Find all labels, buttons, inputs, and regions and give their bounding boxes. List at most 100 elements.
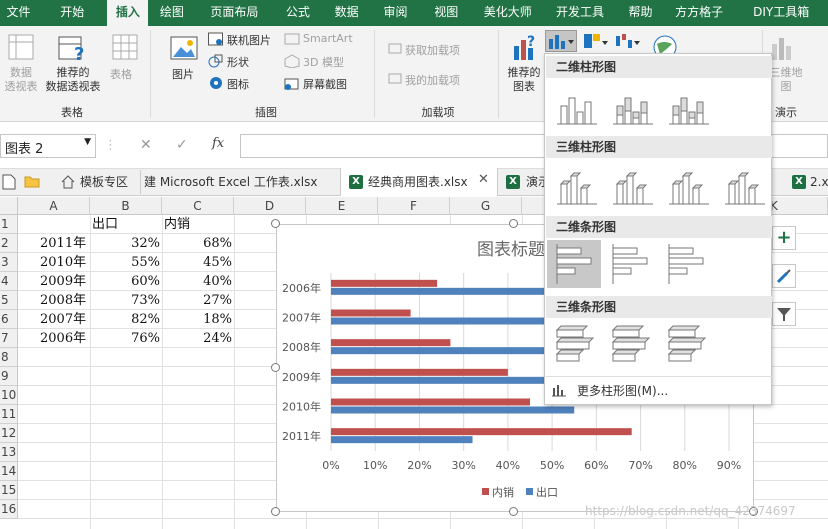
row-header[interactable]: 15 — [0, 481, 18, 500]
tab-insert[interactable]: 插入 — [107, 0, 149, 26]
tab-formulas[interactable]: 公式 — [273, 0, 322, 26]
year-cell[interactable]: 2008年 — [40, 291, 86, 310]
tab-diy[interactable]: DIY工具箱 — [734, 0, 828, 26]
column-header[interactable]: F — [378, 197, 450, 215]
folder-icon[interactable] — [24, 174, 40, 188]
year-cell[interactable]: 2006年 — [40, 329, 86, 348]
tab-file[interactable]: 文件 — [0, 0, 37, 26]
row-header[interactable]: 11 — [0, 405, 18, 424]
domestic-cell[interactable]: 45% — [162, 253, 232, 272]
year-cell[interactable]: 2007年 — [40, 310, 86, 329]
file-tab-templates[interactable]: 模板专区 — [80, 172, 128, 192]
icons-button[interactable]: 图标 — [227, 76, 249, 92]
column-header[interactable]: E — [306, 197, 378, 215]
table-button[interactable]: 表格 — [110, 66, 132, 82]
domestic-cell[interactable]: 68% — [162, 234, 232, 253]
tab-page-layout[interactable]: 页面布局 — [195, 0, 273, 26]
resize-handle[interactable] — [271, 219, 280, 228]
shapes-button[interactable]: 形状 — [227, 54, 249, 70]
year-cell[interactable]: 2011年 — [40, 234, 86, 253]
tab-ffgz[interactable]: 方方格子 — [664, 0, 734, 26]
row-header[interactable]: 6 — [0, 310, 18, 329]
thumb-3d-bar — [570, 175, 578, 205]
pictures-button[interactable]: 图片 — [172, 66, 194, 82]
column-header[interactable]: D — [234, 197, 306, 215]
my-addins-button[interactable]: 我的加载项 — [405, 72, 460, 88]
row-header[interactable]: 14 — [0, 462, 18, 481]
row-header[interactable]: 8 — [0, 348, 18, 367]
group-divider — [374, 30, 375, 118]
domestic-cell[interactable]: 27% — [162, 291, 232, 310]
year-cell[interactable]: 2009年 — [40, 272, 86, 291]
3d-model-button[interactable]: 3D 模型 — [303, 54, 344, 70]
thumb-3d-hbar — [556, 341, 590, 350]
tab-data[interactable]: 数据 — [322, 0, 371, 26]
row-header[interactable]: 3 — [0, 253, 18, 272]
tab-beautify[interactable]: 美化大师 — [473, 0, 543, 26]
domestic-cell[interactable]: 18% — [162, 310, 232, 329]
pivot-table-icon — [8, 34, 34, 60]
tab-developer[interactable]: 开发工具 — [543, 0, 617, 26]
column-header[interactable]: B — [90, 197, 162, 215]
new-file-icon[interactable] — [2, 174, 16, 190]
tab-draw[interactable]: 绘图 — [148, 0, 195, 26]
name-box[interactable]: 图表 2 ▼ — [0, 134, 96, 158]
recommended-charts-button[interactable]: 推荐的 图表 — [504, 66, 544, 94]
excel-file-icon: X — [349, 175, 363, 189]
select-all-corner[interactable] — [0, 197, 18, 215]
row-header[interactable]: 7 — [0, 329, 18, 348]
resize-handle[interactable] — [271, 507, 280, 516]
insert-function-button[interactable]: fx — [212, 136, 224, 151]
tab-home[interactable]: 开始 — [37, 0, 107, 26]
chart-elements-button[interactable]: + — [772, 226, 796, 250]
row-header[interactable]: 12 — [0, 424, 18, 443]
cancel-button[interactable]: ✕ — [140, 137, 152, 153]
header-cell-export[interactable]: 出口 — [92, 215, 118, 234]
row-header[interactable]: 13 — [0, 443, 18, 462]
row-header[interactable]: 10 — [0, 386, 18, 405]
tab-review[interactable]: 审阅 — [371, 0, 420, 26]
online-pictures-button[interactable]: 联机图片 — [227, 32, 271, 48]
row-header[interactable]: 16 — [0, 500, 18, 519]
file-tab-new-workbook[interactable]: 建 Microsoft Excel 工作表.xlsx — [144, 172, 317, 192]
export-cell[interactable]: 82% — [90, 310, 160, 329]
chart-type-thumbnails — [547, 97, 765, 362]
export-cell[interactable]: 76% — [90, 329, 160, 348]
pivot-table-button[interactable]: 数据 透视表 — [2, 66, 40, 94]
recommended-pivot-button[interactable]: 推荐的 数据透视表 — [42, 66, 104, 94]
chart-filters-button[interactable] — [772, 302, 796, 326]
row-header[interactable]: 2 — [0, 234, 18, 253]
resize-handle[interactable] — [509, 507, 518, 516]
chart-styles-button[interactable] — [772, 264, 796, 288]
export-cell[interactable]: 32% — [90, 234, 160, 253]
bar-export — [331, 436, 473, 444]
domestic-cell[interactable]: 24% — [162, 329, 232, 348]
row-header[interactable]: 1 — [0, 215, 18, 234]
domestic-cell[interactable]: 40% — [162, 272, 232, 291]
tab-view[interactable]: 视图 — [420, 0, 473, 26]
year-cell[interactable]: 2010年 — [40, 253, 86, 272]
file-tab-2[interactable]: 2.xl — [810, 172, 828, 192]
row-header[interactable]: 9 — [0, 367, 18, 386]
screenshot-button[interactable]: 屏幕截图 — [303, 76, 347, 92]
resize-handle[interactable] — [271, 363, 280, 372]
more-column-charts-link[interactable]: 更多柱形图(M)... — [577, 382, 668, 399]
export-cell[interactable]: 55% — [90, 253, 160, 272]
resize-handle[interactable] — [509, 219, 518, 228]
column-chart-dropdown-button[interactable] — [545, 30, 577, 52]
header-cell-domestic[interactable]: 内销 — [164, 215, 190, 234]
column-header[interactable]: A — [18, 197, 90, 215]
column-header[interactable]: C — [162, 197, 234, 215]
file-tab-classic-charts[interactable]: 经典商用图表.xlsx — [368, 172, 468, 192]
tab-help[interactable]: 帮助 — [617, 0, 664, 26]
export-cell[interactable]: 60% — [90, 272, 160, 291]
column-header[interactable]: G — [450, 197, 522, 215]
export-cell[interactable]: 73% — [90, 291, 160, 310]
hierarchy-chart-icon — [584, 34, 608, 48]
enter-button[interactable]: ✓ — [176, 137, 188, 153]
row-header[interactable]: 5 — [0, 291, 18, 310]
row-header[interactable]: 4 — [0, 272, 18, 291]
get-addins-button[interactable]: 获取加载项 — [405, 42, 460, 58]
smartart-button[interactable]: SmartArt — [303, 32, 353, 45]
close-icon[interactable]: ✕ — [478, 172, 489, 187]
